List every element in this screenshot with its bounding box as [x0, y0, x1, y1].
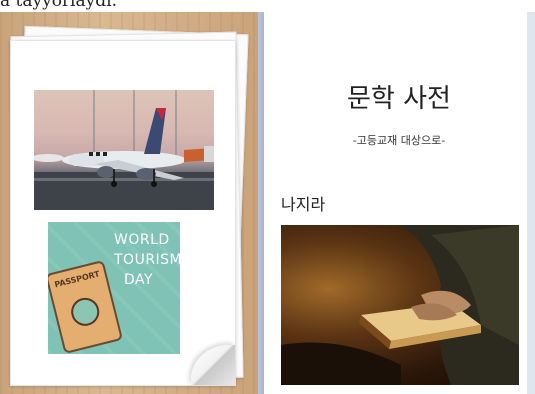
- caption-text: a tayyorlaydi.: [0, 0, 117, 11]
- tourism-card-text: WORLD TOURISM DAY: [114, 230, 180, 290]
- page-curl: [191, 345, 235, 385]
- left-slide-preview[interactable]: PASSPORT WORLD TOURISM DAY: [0, 12, 258, 394]
- tourism-line: TOURISM: [114, 252, 180, 268]
- reading-book-photo: [281, 225, 519, 385]
- passport-label: PASSPORT: [53, 269, 101, 290]
- document-title: 문학 사전: [347, 84, 451, 114]
- panel-divider: [258, 12, 264, 394]
- document-subtitle: -고등교재 대상으로-: [352, 134, 446, 147]
- tourism-line: DAY: [124, 272, 154, 288]
- world-tourism-day-card: PASSPORT WORLD TOURISM DAY: [48, 222, 180, 354]
- front-paper-sheet: PASSPORT WORLD TOURISM DAY: [10, 40, 236, 386]
- author-name: 나지라: [281, 195, 326, 214]
- scroll-edge: [527, 12, 535, 394]
- airplane-photo: [34, 90, 214, 210]
- globe-icon: [68, 294, 103, 329]
- tourism-line: WORLD: [114, 232, 170, 248]
